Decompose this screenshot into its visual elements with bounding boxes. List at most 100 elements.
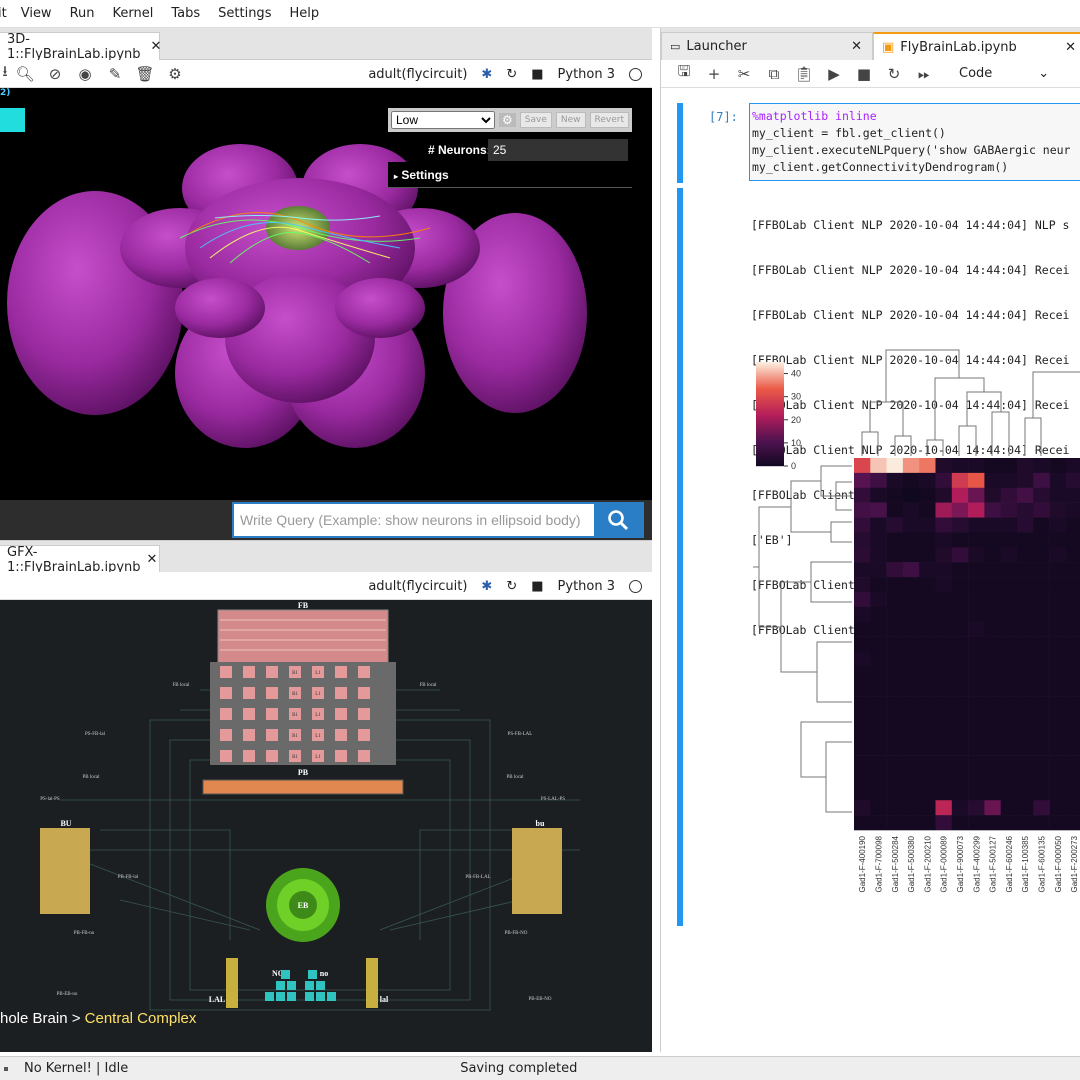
fb-cell[interactable] [358,687,370,699]
colorbar-step [756,432,784,435]
breadcrumb-root[interactable]: hole Brain [0,1010,68,1027]
search-button[interactable] [594,504,642,536]
revert-button[interactable]: Revert [589,112,629,128]
zoom-icon[interactable]: 🔍︎ [10,65,40,83]
stop-icon[interactable]: ■ [849,65,879,83]
heatmap-cell [1000,502,1018,518]
heatmap-cell [1065,740,1080,756]
fb-cell[interactable] [220,750,232,762]
fb-cell[interactable] [335,708,347,720]
fb-cell[interactable] [266,666,278,678]
close-icon[interactable]: ✕ [151,39,162,54]
menu-edit[interactable]: it [0,6,21,21]
tab-notebook[interactable]: ▣ FlyBrainLab.ipynb ✕ [873,32,1080,60]
circuit-diagram[interactable]: FB B1 L1 B1 L1 B1 L1 B1 L1 B1 L1 PB FB local FB l… [0,600,652,1052]
heatmap-cell [919,591,936,608]
hide-icon[interactable]: ⊘ [40,65,70,83]
restart-icon[interactable]: ↻ [879,65,909,83]
trash-icon[interactable]: 🗑︎ [130,65,160,83]
fb-cell[interactable] [358,708,370,720]
kernel-status[interactable]: No Kernel! | Idle [24,1061,128,1076]
fb-cell[interactable] [243,708,255,720]
menu-tabs[interactable]: Tabs [171,6,218,21]
close-icon[interactable]: ✕ [147,552,158,567]
fb-cell[interactable] [358,750,370,762]
restart-icon[interactable]: ↻ [506,67,517,82]
fb-cell[interactable] [243,750,255,762]
colorbar-step [756,412,784,415]
tab-3d-title: 3D-1::FlyBrainLab.ipynb [7,31,141,62]
tab-launcher[interactable]: ▭ Launcher ✕ [661,32,873,60]
colorbar-step [756,378,784,381]
fb-cell[interactable] [358,666,370,678]
code-cell[interactable]: %matplotlib inline my_client = fbl.get_cl… [749,103,1080,181]
query-input[interactable]: Write Query (Example: show neurons in el… [234,512,594,528]
pin-icon[interactable]: ✎ [100,65,130,83]
fb-cell[interactable] [335,666,347,678]
copy-icon[interactable]: ⧉ [759,65,789,83]
restart-icon[interactable]: ↻ [506,579,517,594]
fb-cell[interactable] [243,729,255,741]
fb-cell[interactable] [220,687,232,699]
download-icon[interactable]: ⭳ [0,61,10,86]
menu-help[interactable]: Help [289,6,331,21]
save-button[interactable]: Save [519,112,552,128]
fb-cell[interactable] [220,708,232,720]
fb-cell[interactable] [266,708,278,720]
close-icon[interactable]: ✕ [1065,40,1076,55]
fb-cell[interactable] [335,750,347,762]
fb-cell[interactable] [335,729,347,741]
dendrogram-branch [1032,371,1080,418]
menu-view[interactable]: View [21,6,70,21]
stop-icon[interactable]: ■ [531,67,543,82]
heatmap-cell [919,800,936,816]
status-bar: No Kernel! | Idle Saving completed [0,1056,1080,1080]
fb-cell[interactable] [266,750,278,762]
fb-cell[interactable] [243,666,255,678]
tab-3d-viewer[interactable]: 3D-1::FlyBrainLab.ipynb ✕ [0,31,162,62]
menu-settings[interactable]: Settings [218,6,289,21]
save-icon[interactable]: 🖫︎ [669,61,699,86]
cell-type-select[interactable]: Code ⌄ [959,66,1049,81]
kernel-name[interactable]: adult(flycircuit) [368,67,467,82]
heatmap-cell [1065,755,1080,771]
output-collapser[interactable] [677,188,683,926]
heatmap-cell [870,472,887,489]
heatmap-cell [1017,740,1034,756]
gear-icon[interactable]: ⚙ [160,65,190,83]
neuron-3d-viewer[interactable]: 2) Low ⚙ Save New Revert # Neurons: 25 ▸… [0,88,652,540]
cut-icon[interactable]: ✂ [729,65,759,83]
fb-cell-label: L1 [315,692,321,697]
heatmap-cell [1000,725,1018,742]
stop-icon[interactable]: ■ [531,579,543,594]
fb-cell[interactable] [220,729,232,741]
close-icon[interactable]: ✕ [851,39,862,54]
run-icon[interactable]: ▶ [819,65,849,83]
active-cell-marker[interactable] [677,103,683,183]
kernel-name[interactable]: adult(flycircuit) [368,579,467,594]
fast-forward-icon[interactable]: ⏩︎ [909,65,939,83]
menu-kernel[interactable]: Kernel [113,6,172,21]
settings-toggle[interactable]: ▸ Settings [388,162,632,188]
neurons-value[interactable]: 25 [488,139,628,161]
fb-cell[interactable] [335,687,347,699]
add-icon[interactable]: + [699,65,729,83]
heatmap-cell [935,755,953,771]
settings-label: Settings [401,168,449,182]
fb-cell[interactable] [243,687,255,699]
fb-cell[interactable] [220,666,232,678]
fb-cell[interactable] [266,687,278,699]
tab-gfx-viewer[interactable]: GFX-1::FlyBrainLab.ipynb ✕ [0,545,160,575]
gear-icon[interactable]: ⚙ [499,113,516,127]
paste-icon[interactable]: 📋︎ [789,65,819,83]
fb-cell[interactable] [266,729,278,741]
menu-run[interactable]: Run [70,6,113,21]
selection-swatch[interactable] [0,108,25,132]
breadcrumb-current[interactable]: Central Complex [85,1010,197,1027]
new-button[interactable]: New [555,112,586,128]
heatmap-cell [1033,458,1050,474]
dendrogram-branch [966,391,1002,426]
fb-cell[interactable] [358,729,370,741]
quality-select[interactable]: Low [391,111,496,129]
eye-icon[interactable]: ◉ [70,65,100,83]
